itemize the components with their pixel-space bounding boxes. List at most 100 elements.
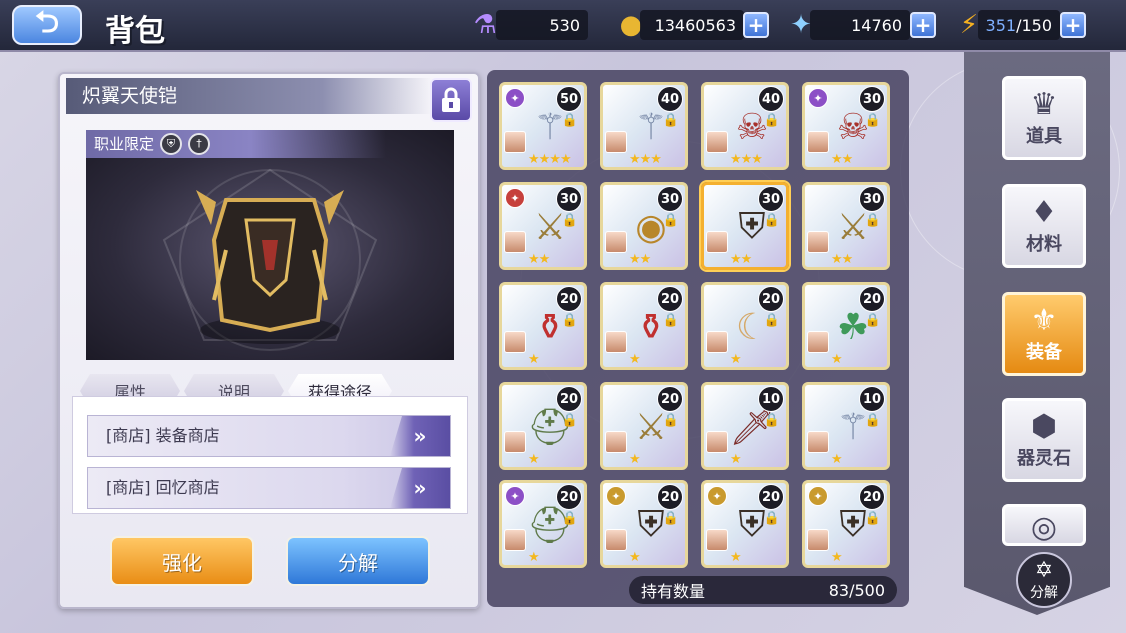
bulk-decompose-button[interactable]: ✡ 分解 — [1016, 552, 1072, 608]
source-label: [商店] 回忆商店 — [106, 478, 220, 497]
small-lock-icon: 🔒 — [763, 213, 780, 228]
item-level: 20 — [859, 484, 885, 510]
item-detail-panel: 炽翼天使铠 职业限定 ⛨ † 属性 说明 获得途径 [商店] 装备商店 » [商… — [58, 72, 480, 609]
equipment-slot[interactable]: ⛨ 30 🔒 ★★ — [701, 182, 789, 270]
lock-button[interactable] — [430, 78, 472, 122]
equipment-slot[interactable]: ⚱ 20 🔒 ★ — [499, 282, 587, 370]
character-avatar — [504, 529, 526, 551]
equipment-slot[interactable]: 🗡 10 🔒 ★ — [701, 382, 789, 470]
padlock-icon — [442, 87, 460, 112]
crystal-plus-button[interactable]: + — [910, 12, 936, 38]
character-avatar — [504, 331, 526, 353]
small-lock-icon: 🔒 — [662, 511, 679, 526]
category-label: 材料 — [1026, 234, 1062, 255]
equipment-slot[interactable]: ✦ ☠ 30 🔒 ★★ — [802, 82, 890, 170]
category-spirit-stones[interactable]: ⬢ 器灵石 — [1002, 398, 1086, 482]
stamina-plus-button[interactable]: + — [1060, 12, 1086, 38]
equipment-slot[interactable]: ⚚ 40 🔒 ★★★ — [600, 82, 688, 170]
star-rating: ★ — [831, 352, 843, 367]
equipment-slot[interactable]: ☘ 20 🔒 ★ — [802, 282, 890, 370]
character-avatar — [807, 431, 829, 453]
star-rating: ★ — [528, 550, 540, 565]
ring-icon: ◎ — [1030, 510, 1058, 545]
count-value: 83/500 — [828, 580, 885, 600]
character-avatar — [706, 231, 728, 253]
equipment-slot[interactable]: ☾ 20 🔒 ★ — [701, 282, 789, 370]
item-crown-icon: ♛ — [1030, 87, 1058, 122]
star-rating: ★★★ — [629, 152, 662, 167]
item-level: 30 — [556, 186, 582, 212]
small-lock-icon: 🔒 — [662, 313, 679, 328]
equipment-slot[interactable]: ⛑ 20 🔒 ★ — [499, 382, 587, 470]
enhance-button[interactable]: 强化 — [110, 536, 254, 586]
equipment-slot[interactable]: ⚚ 10 🔒 ★ — [802, 382, 890, 470]
star-rating: ★ — [629, 352, 641, 367]
back-arrow-icon: ⮌ — [34, 4, 60, 40]
character-avatar — [807, 131, 829, 153]
equipment-slot[interactable]: ✦ ⚚ 50 🔒 ★★★★ — [499, 82, 587, 170]
star-rating: ★★ — [730, 252, 752, 267]
source-row-memory-shop[interactable]: [商店] 回忆商店 » — [87, 467, 451, 509]
gold-plus-button[interactable]: + — [743, 12, 769, 38]
inventory-count-bar: 持有数量 83/500 — [629, 576, 897, 604]
stamina-counter: 351/150 — [978, 10, 1060, 40]
spirit-stone-icon: ⬢ — [1030, 409, 1058, 444]
equipment-slot[interactable]: ✦ ⛨ 20 🔒 ★ — [701, 480, 789, 568]
material-crystal-icon: ♦ — [1030, 195, 1058, 230]
decompose-button[interactable]: 分解 — [286, 536, 430, 586]
equipment-lily-icon: ⚜ — [1030, 303, 1058, 338]
equipment-slot[interactable]: ✦ ⚔ 30 🔒 ★★ — [499, 182, 587, 270]
item-level: 20 — [657, 386, 683, 412]
category-rings[interactable]: ◎ — [1002, 504, 1086, 546]
equipment-slot[interactable]: ◉ 30 🔒 ★★ — [600, 182, 688, 270]
small-lock-icon: 🔒 — [864, 113, 881, 128]
character-avatar — [605, 231, 627, 253]
character-avatar — [706, 331, 728, 353]
back-button[interactable]: ⮌ — [12, 5, 82, 45]
category-equipment[interactable]: ⚜ 装备 — [1002, 292, 1086, 376]
stamina-current: 351 — [985, 15, 1017, 35]
small-lock-icon: 🔒 — [864, 511, 881, 526]
equipment-slot[interactable]: ✦ ⛨ 20 🔒 ★ — [802, 480, 890, 568]
source-row-equipment-shop[interactable]: [商店] 装备商店 » — [87, 415, 451, 457]
item-level: 10 — [859, 386, 885, 412]
star-rating: ★ — [730, 352, 742, 367]
equipment-slot[interactable]: ✦ ⛑ 20 🔒 ★ — [499, 480, 587, 568]
item-level: 20 — [556, 286, 582, 312]
small-lock-icon: 🔒 — [763, 113, 780, 128]
item-level: 20 — [657, 286, 683, 312]
category-materials[interactable]: ♦ 材料 — [1002, 184, 1086, 268]
character-avatar — [605, 331, 627, 353]
category-label: 装备 — [1026, 342, 1062, 363]
equipment-slot[interactable]: ⚔ 20 🔒 ★ — [600, 382, 688, 470]
item-level: 10 — [758, 386, 784, 412]
small-lock-icon: 🔒 — [864, 413, 881, 428]
equipment-slot[interactable]: ⚱ 20 🔒 ★ — [600, 282, 688, 370]
top-bar: ⮌ 背包 ⚗ 530 ● 13460563 + ✦ 14760 + ⚡ 351/… — [0, 0, 1126, 52]
small-lock-icon: 🔒 — [662, 413, 679, 428]
small-lock-icon: 🔒 — [763, 511, 780, 526]
equipment-slot[interactable]: ✦ ⛨ 20 🔒 ★ — [600, 480, 688, 568]
equipment-slot[interactable]: ⚔ 30 🔒 ★★ — [802, 182, 890, 270]
star-rating: ★★ — [629, 252, 651, 267]
small-lock-icon: 🔒 — [561, 213, 578, 228]
character-avatar — [807, 331, 829, 353]
item-level: 30 — [657, 186, 683, 212]
potion-counter: 530 — [496, 10, 588, 40]
item-level: 20 — [657, 484, 683, 510]
item-level: 30 — [758, 186, 784, 212]
item-level: 30 — [859, 86, 885, 112]
category-items[interactable]: ♛ 道具 — [1002, 76, 1086, 160]
star-rating: ★★★ — [730, 152, 763, 167]
star-rating: ★ — [528, 352, 540, 367]
star-rating: ★ — [730, 452, 742, 467]
page-title: 背包 — [105, 14, 165, 49]
item-level: 30 — [859, 186, 885, 212]
item-level: 20 — [758, 484, 784, 510]
item-name: 炽翼天使铠 — [66, 78, 432, 114]
small-lock-icon: 🔒 — [763, 313, 780, 328]
double-chevron-icon: » — [390, 416, 450, 456]
item-level: 40 — [758, 86, 784, 112]
star-rating: ★ — [528, 452, 540, 467]
equipment-slot[interactable]: ☠ 40 🔒 ★★★ — [701, 82, 789, 170]
